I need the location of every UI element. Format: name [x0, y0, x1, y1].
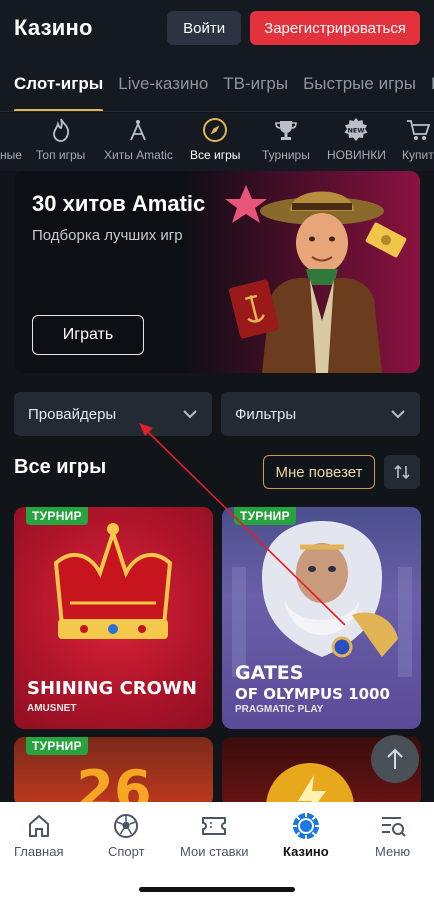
nav-label: Главная: [14, 844, 64, 859]
svg-text:NEW: NEW: [348, 127, 365, 135]
category-item-buy[interactable]: Купит: [402, 113, 434, 171]
nav-label: Меню: [375, 844, 411, 859]
soccer-ball-icon: [112, 812, 140, 840]
login-button[interactable]: Войти: [167, 11, 242, 45]
arrow-up-icon: [387, 748, 403, 769]
filters-label: Фильтры: [235, 405, 297, 423]
home-icon: [25, 812, 53, 840]
tab-tv-games[interactable]: ТВ-игры: [223, 56, 288, 111]
game-title-line2: OF OLYMPUS 1000: [235, 685, 390, 703]
cart-icon: [405, 117, 431, 143]
game-title: SHINING CROWN: [27, 678, 197, 699]
category-item-top-games[interactable]: Топ игры: [36, 113, 85, 171]
tournament-badge: ТУРНИР: [26, 737, 88, 755]
category-label: Все игры: [190, 148, 241, 162]
tournament-badge: ТУРНИР: [26, 507, 88, 525]
nav-item-my-bets[interactable]: Мои ставки: [180, 812, 248, 859]
casino-chip-icon: [292, 812, 320, 840]
banner-subtitle: Подборка лучших игр: [32, 227, 183, 244]
sort-button[interactable]: [384, 455, 420, 489]
play-button[interactable]: Играть: [32, 315, 144, 355]
category-strip: ные Топ игры Хиты Amatic Все игры Турнир…: [0, 113, 434, 171]
nav-label: Спорт: [108, 844, 145, 859]
tab-slots[interactable]: Слот-игры: [14, 56, 104, 111]
filters-dropdown[interactable]: Фильтры: [221, 392, 420, 436]
category-label: Турниры: [262, 148, 310, 162]
scroll-to-top-button[interactable]: [371, 735, 419, 783]
category-item-partial[interactable]: ные: [0, 113, 24, 171]
flame-icon: [48, 117, 74, 143]
category-item-amatic-hits[interactable]: Хиты Amatic: [104, 113, 173, 171]
svg-text:26: 26: [76, 759, 151, 807]
game-card-partial[interactable]: 26 ТУРНИР: [14, 737, 213, 807]
game-card-gates-of-olympus[interactable]: ТУРНИР GATES OF OLYMPUS 1000 PRAGMATIC P…: [222, 507, 421, 729]
register-button[interactable]: Зарегистрироваться: [250, 11, 420, 45]
nav-item-menu[interactable]: Меню: [375, 812, 410, 859]
category-item-all-games[interactable]: Все игры: [190, 113, 240, 171]
new-badge-icon: NEW: [343, 117, 369, 143]
page-title: Казино: [14, 15, 93, 40]
section-title: Все игры: [14, 456, 107, 478]
home-indicator: [139, 887, 295, 892]
casino-tabs: Слот-игры Live-казино ТВ-игры Быстрые иг…: [0, 56, 434, 112]
banner-title: 30 хитов Amatic: [32, 191, 206, 216]
tournament-badge: ТУРНИР: [234, 507, 296, 525]
category-item-new[interactable]: NEW НОВИНКИ: [327, 113, 386, 171]
promo-banner[interactable]: 30 хитов Amatic Подборка лучших игр Игра…: [14, 171, 420, 373]
nav-item-casino[interactable]: Казино: [283, 812, 329, 859]
category-label: Хиты Amatic: [104, 148, 173, 162]
game-card-shining-crown[interactable]: ТУРНИР SHINING CROWN AMUSNET: [14, 507, 213, 729]
chevron-down-icon: [183, 410, 197, 419]
nav-label: Мои ставки: [180, 844, 249, 859]
tab-fast-games[interactable]: Быстрые игры: [303, 56, 416, 111]
ticket-icon: [200, 812, 228, 840]
explorer-character-illustration: [225, 185, 407, 373]
amatic-icon: [125, 117, 151, 143]
game-provider: AMUSNET: [27, 703, 77, 714]
providers-dropdown[interactable]: Провайдеры: [14, 392, 212, 436]
category-label: ные: [0, 148, 22, 162]
category-label: Купит: [402, 148, 434, 162]
compass-icon: [202, 117, 228, 143]
chevron-down-icon: [391, 410, 405, 419]
feeling-lucky-button[interactable]: Мне повезет: [263, 455, 375, 489]
game-title: GATES: [235, 662, 304, 684]
nav-item-sport[interactable]: Спорт: [108, 812, 145, 859]
sort-icon: [394, 464, 410, 480]
providers-label: Провайдеры: [28, 405, 117, 423]
nav-label: Казино: [283, 844, 329, 859]
trophy-icon: [273, 117, 299, 143]
bottom-navigation: Главная Спорт Мои ставки Казино Меню: [0, 802, 434, 900]
tab-live-casino[interactable]: Live-казино: [118, 56, 208, 111]
menu-search-icon: [379, 812, 407, 840]
game-provider: PRAGMATIC PLAY: [235, 704, 324, 715]
nav-item-home[interactable]: Главная: [14, 812, 63, 859]
category-label: Топ игры: [36, 148, 86, 162]
app-header: Казино Войти Зарегистрироваться: [0, 0, 434, 56]
category-label: НОВИНКИ: [327, 148, 386, 162]
category-item-tournaments[interactable]: Турниры: [262, 113, 310, 171]
